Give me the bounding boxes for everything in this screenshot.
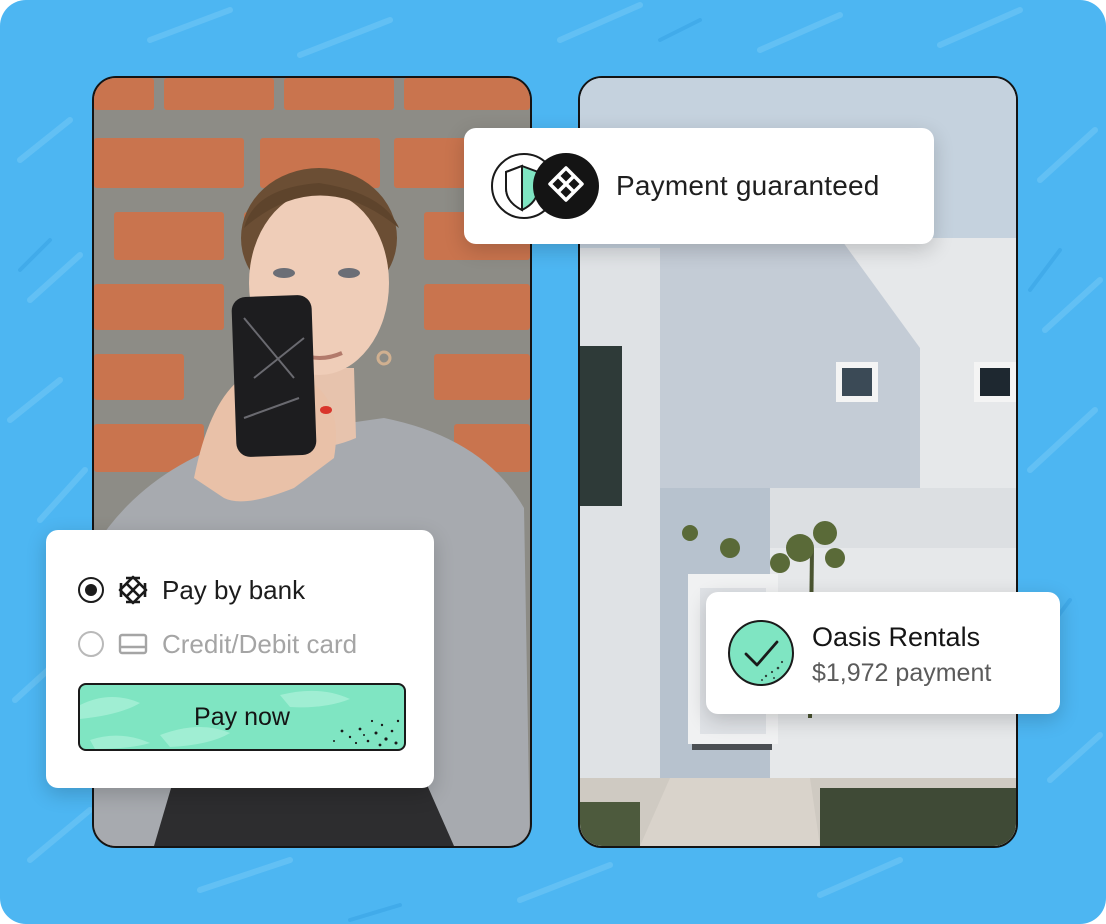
payment-guaranteed-label: Payment guaranteed [616,170,880,201]
payment-method-card: Pay by bank Credit/Debit card Pay now [46,530,434,788]
payment-amount: $1,972 payment [812,659,992,687]
payment-confirmation-card: Oasis Rentals $1,972 payment [706,592,1060,714]
merchant-name: Oasis Rentals [812,622,981,652]
radio-unselected[interactable] [78,631,104,657]
credit-card-icon [118,633,148,655]
payment-guaranteed-card: Payment guaranteed [464,128,934,244]
pay-by-bank-label: Pay by bank [162,574,306,605]
bank-logo-icon [118,575,148,605]
shield-icon [491,153,599,219]
radio-selected[interactable] [78,577,104,603]
pay-now-button[interactable]: Pay now [78,683,406,751]
credit-debit-card-label: Credit/Debit card [162,628,358,659]
checkmark-icon [728,620,794,686]
pay-by-bank-option[interactable]: Pay by bank [78,573,305,607]
hero-illustration: Payment guaranteed Pay by bank Credit/De… [0,0,1106,924]
credit-debit-card-option[interactable]: Credit/Debit card [78,627,357,661]
pay-now-label: Pay now [194,703,290,731]
